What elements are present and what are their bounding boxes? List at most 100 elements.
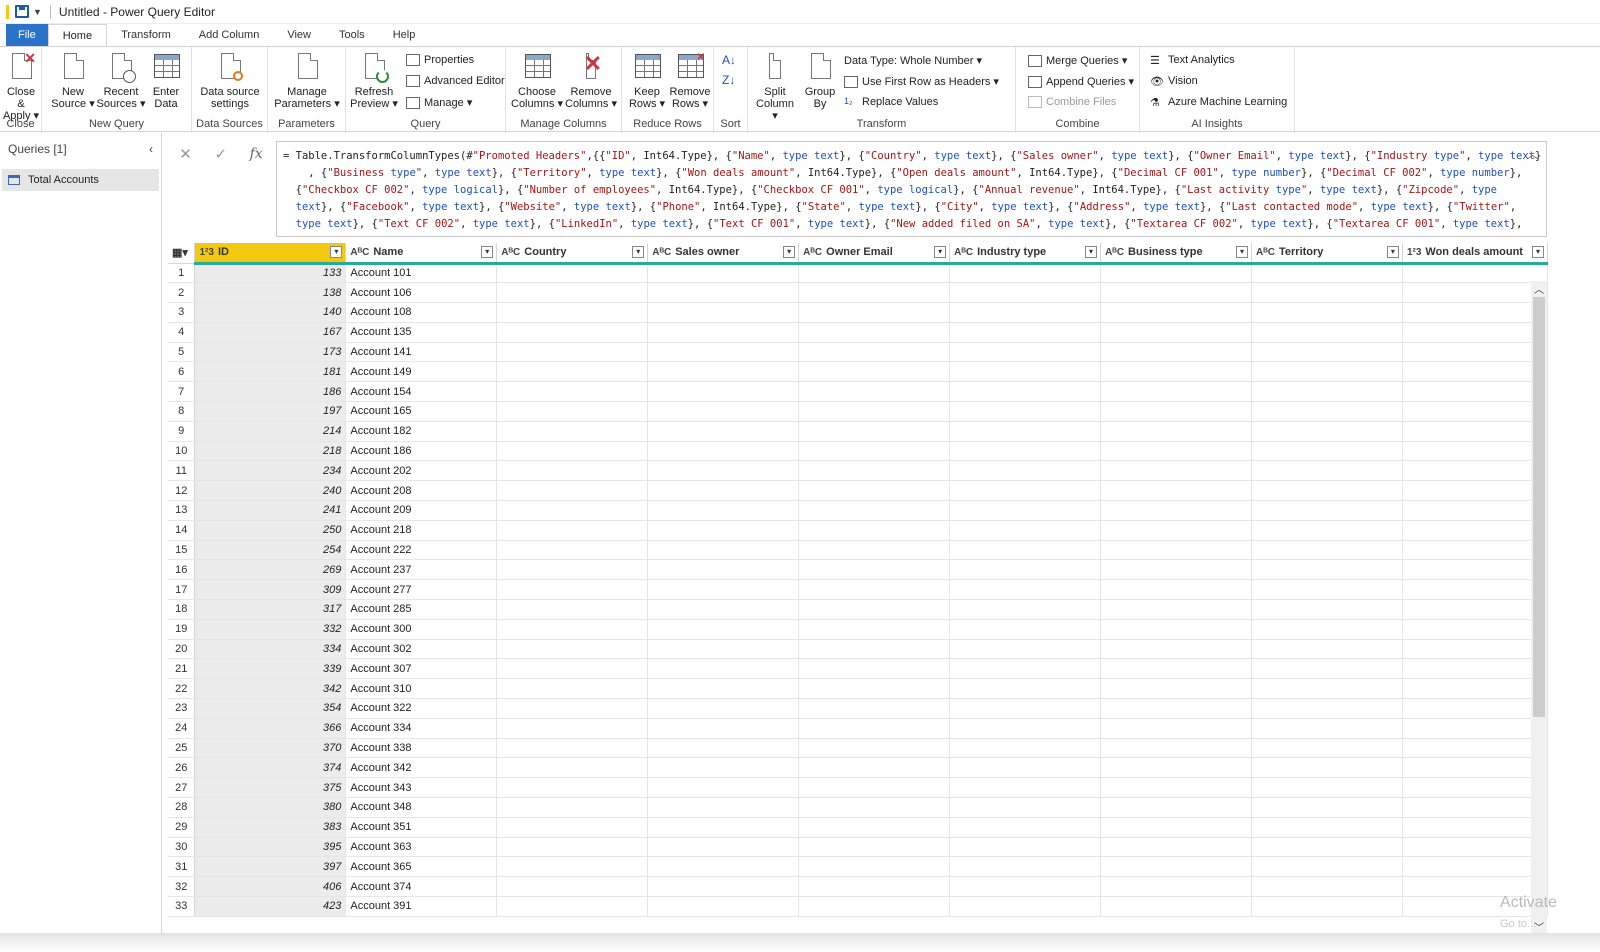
cell-id[interactable]: 395 — [194, 837, 347, 858]
cell-empty[interactable] — [1251, 639, 1403, 660]
table-row[interactable]: 21339Account 307 3 — [168, 658, 1548, 680]
column-filter-dropdown-icon[interactable]: ▾ — [1085, 246, 1098, 258]
cell-empty[interactable] — [647, 302, 800, 323]
table-row[interactable]: 30395Account 363 4 — [168, 837, 1548, 858]
cell-won-deals-amount[interactable] — [1402, 421, 1548, 442]
column-filter-dropdown-icon[interactable]: ▾ — [481, 246, 494, 258]
cell-id[interactable]: 241 — [194, 500, 347, 521]
cell-empty[interactable] — [496, 342, 649, 363]
cell-id[interactable]: 254 — [194, 540, 347, 561]
cell-empty[interactable] — [1100, 401, 1253, 422]
cell-empty[interactable] — [949, 480, 1102, 502]
row-number[interactable]: 20 — [168, 639, 196, 660]
merge-queries-button[interactable]: Merge Queries ▾ — [1028, 54, 1127, 67]
cell-empty[interactable] — [949, 738, 1102, 759]
cell-empty[interactable] — [496, 738, 649, 759]
table-row[interactable]: 12 240 Account 208 — [168, 480, 1548, 502]
cell-empty[interactable] — [496, 896, 649, 917]
cell-id[interactable]: 218 — [194, 441, 347, 462]
cell-empty[interactable] — [1100, 876, 1253, 897]
cell-empty[interactable] — [496, 322, 649, 343]
cell-empty[interactable] — [647, 896, 800, 917]
cell-empty[interactable] — [496, 837, 649, 858]
cell-empty[interactable] — [496, 678, 649, 700]
cell-empty[interactable] — [1251, 579, 1403, 601]
cell-empty[interactable] — [1251, 282, 1403, 304]
cell-empty[interactable] — [798, 342, 951, 363]
split-column-button[interactable]: Split Column ▾ — [752, 51, 798, 122]
cell-won-deals-amount[interactable] — [1402, 302, 1548, 323]
cell-name[interactable]: Account 374 — [345, 876, 498, 897]
cell-id[interactable]: 173 — [194, 342, 347, 363]
cell-empty[interactable] — [496, 500, 649, 521]
cell-empty[interactable] — [949, 619, 1102, 640]
cell-empty[interactable] — [949, 718, 1102, 739]
keep-rows-button[interactable]: Keep Rows ▾ — [626, 51, 668, 110]
cell-empty[interactable] — [1251, 559, 1403, 581]
cell-name[interactable]: Account 277 — [345, 579, 498, 601]
cell-empty[interactable] — [647, 421, 800, 442]
cell-empty[interactable] — [496, 777, 649, 799]
cell-empty[interactable] — [1251, 540, 1403, 561]
row-number[interactable]: 4 — [168, 322, 196, 343]
cell-empty[interactable] — [1251, 619, 1403, 640]
tab-view[interactable]: View — [273, 24, 325, 46]
row-number[interactable]: 7 — [168, 381, 196, 403]
cell-empty[interactable] — [798, 559, 951, 581]
cell-name[interactable]: Account 363 — [345, 837, 498, 858]
cell-empty[interactable] — [949, 322, 1102, 343]
choose-columns-button[interactable]: Choose Columns ▾ — [510, 51, 564, 110]
cell-empty[interactable] — [949, 342, 1102, 363]
row-number[interactable]: 15 — [168, 540, 196, 561]
table-row[interactable]: 15 254 Account 222 — [168, 540, 1548, 561]
collapse-formula-icon[interactable]: ︿ — [1527, 147, 1538, 164]
cell-empty[interactable] — [647, 678, 800, 700]
cell-id[interactable]: 138 — [194, 282, 347, 304]
cell-empty[interactable] — [1251, 757, 1403, 779]
cell-empty[interactable] — [798, 421, 951, 442]
cell-empty[interactable] — [1251, 658, 1403, 680]
column-type-icon[interactable]: AᴮC — [501, 247, 520, 258]
cell-won-deals-amount[interactable] — [1402, 599, 1548, 620]
cell-empty[interactable] — [1100, 718, 1253, 739]
cell-empty[interactable] — [496, 559, 649, 581]
cell-won-deals-amount[interactable] — [1402, 757, 1548, 779]
cell-name[interactable]: Account 391 — [345, 896, 498, 917]
cell-empty[interactable] — [647, 559, 800, 581]
cell-empty[interactable] — [647, 401, 800, 422]
cell-empty[interactable] — [798, 520, 951, 541]
cell-id[interactable]: 197 — [194, 401, 347, 422]
cell-empty[interactable] — [798, 599, 951, 620]
cell-empty[interactable] — [1251, 698, 1403, 719]
cell-id[interactable]: 370 — [194, 738, 347, 759]
cell-empty[interactable] — [647, 738, 800, 759]
cell-empty[interactable] — [1100, 441, 1253, 462]
table-row[interactable]: 11 234 Account 202 — [168, 460, 1548, 482]
cell-empty[interactable] — [1100, 599, 1253, 620]
cell-empty[interactable] — [798, 540, 951, 561]
cell-empty[interactable] — [798, 856, 951, 878]
cell-empty[interactable] — [1100, 500, 1253, 521]
table-row[interactable]: 10 218 Account 186 — [168, 441, 1548, 462]
cell-empty[interactable] — [949, 698, 1102, 719]
cell-empty[interactable] — [647, 619, 800, 640]
cell-id[interactable]: 406 — [194, 876, 347, 897]
cell-empty[interactable] — [949, 421, 1102, 442]
remove-rows-button[interactable]: ✕ Remove Rows ▾ — [668, 51, 712, 110]
column-type-icon[interactable]: 1²3 — [1407, 247, 1421, 258]
cell-empty[interactable] — [1251, 441, 1403, 462]
cell-empty[interactable] — [647, 777, 800, 799]
cell-empty[interactable] — [1100, 757, 1253, 779]
cell-empty[interactable] — [496, 817, 649, 838]
append-queries-button[interactable]: Append Queries ▾ — [1028, 75, 1134, 88]
cell-empty[interactable] — [949, 302, 1102, 323]
cell-id[interactable]: 214 — [194, 421, 347, 442]
tab-file[interactable]: File — [6, 24, 48, 46]
row-number[interactable]: 28 — [168, 797, 196, 818]
row-number[interactable]: 18 — [168, 599, 196, 620]
cell-won-deals-amount[interactable] — [1402, 579, 1548, 601]
cell-id[interactable]: 423 — [194, 896, 347, 917]
save-icon[interactable] — [15, 5, 29, 18]
cell-empty[interactable] — [798, 500, 951, 521]
table-row[interactable]: 33 423 Account 391 — [168, 896, 1548, 917]
